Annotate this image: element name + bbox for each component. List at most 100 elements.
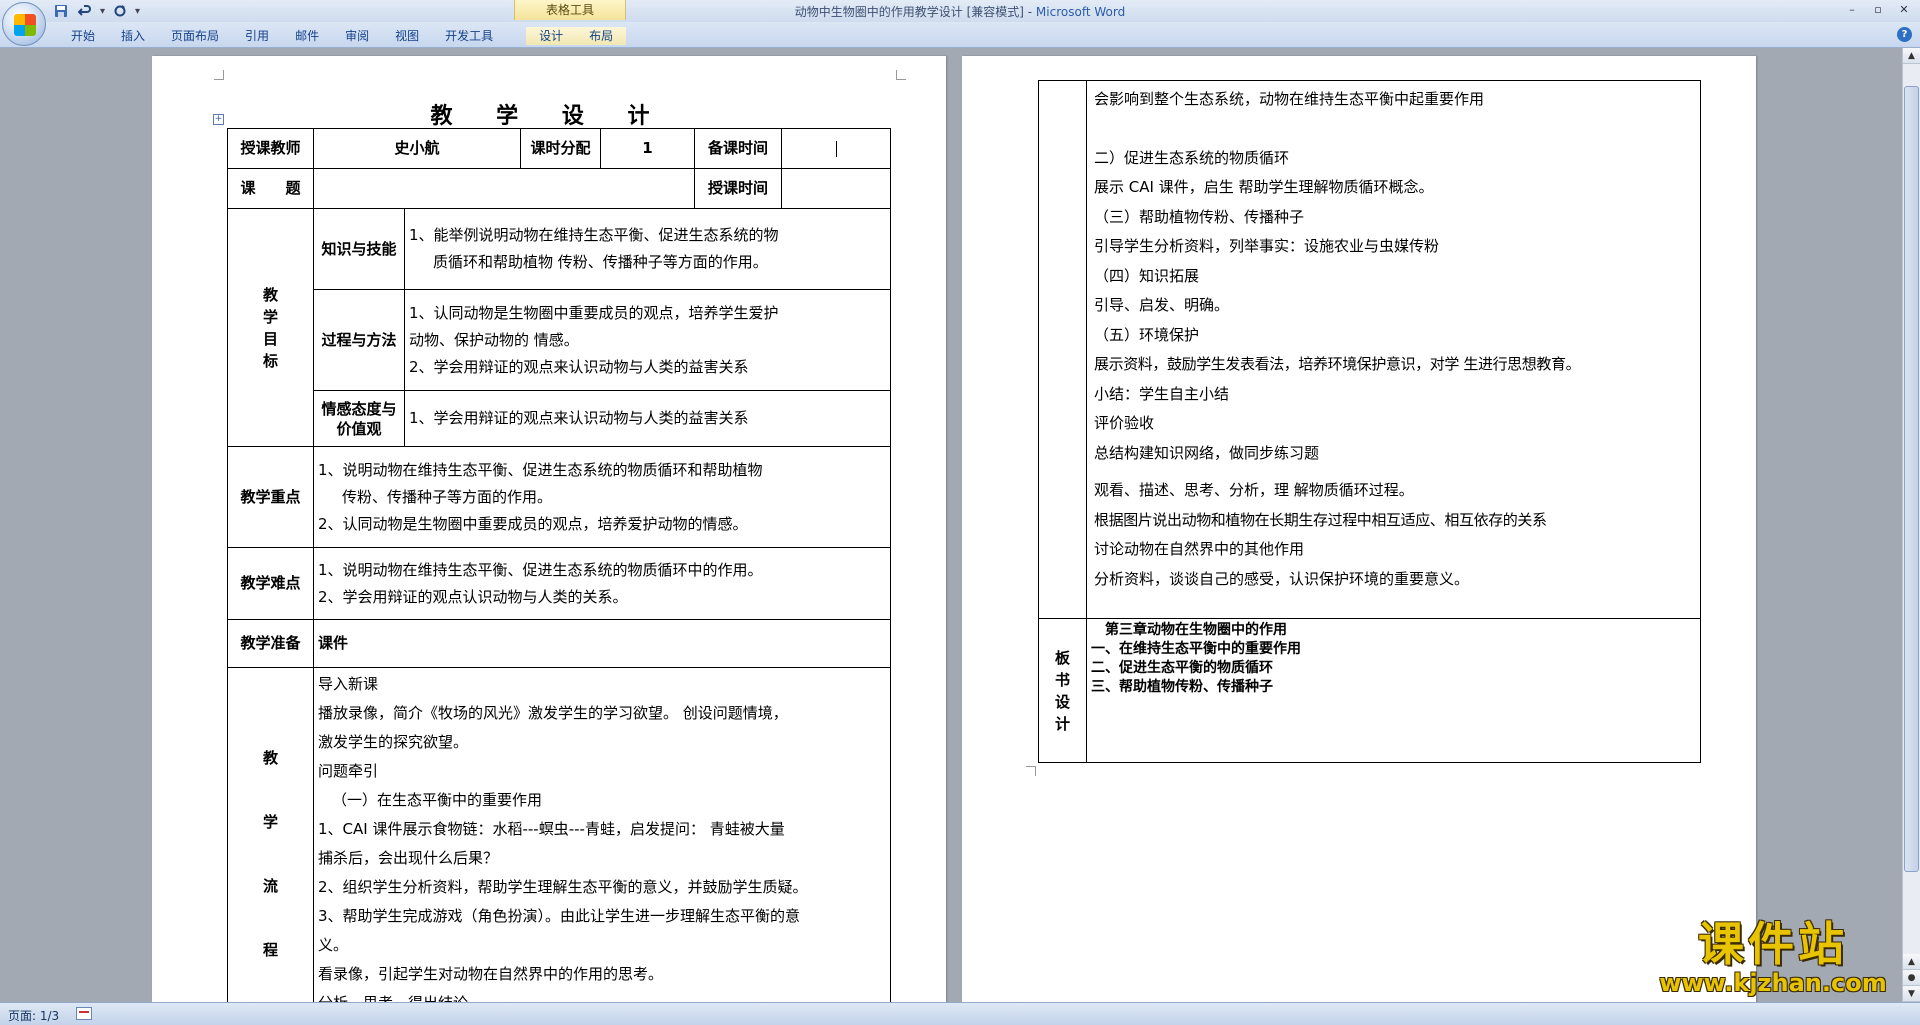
customize-qat-icon[interactable]: ▾ [135, 6, 140, 17]
knowledge-text-line: 1、能举例说明动物在维持生态平衡、促进生态系统的物 [409, 226, 779, 244]
process-line: 看录像，引起学生对动物在自然界中的作用的思考。 [318, 965, 664, 983]
flow-line: 展示资料，鼓励学生发表看法，培养环境保护意识，对学 生进行思想教育。 [1094, 355, 1581, 373]
scrollbar-thumb[interactable] [1904, 86, 1919, 872]
difficulties-line: 2、学会用辩证的观点认识动物与人类的关系。 [318, 587, 628, 606]
tab-review[interactable]: 审阅 [332, 27, 382, 45]
flow-line: 引导、启发、明确。 [1094, 296, 1230, 314]
process-continued-cell[interactable]: 会影响到整个生态系统，动物在维持生态平衡中起重要作用 二）促进生态系统的物质循环… [1086, 80, 1701, 619]
scroll-down-group: ▲ ● ▼ [1903, 954, 1920, 1002]
flow-line: 总结构建知识网络，做同步练习题 [1094, 443, 1320, 462]
margin-corner [214, 70, 224, 80]
process-line: 导入新课 [318, 675, 379, 693]
process-label-char: 教 [262, 748, 278, 767]
table-row: 过程与方法 1、认同动物是生物圈中重要成员的观点，培养学生爱护 动物、保护动物的… [228, 289, 892, 391]
emotion-goal-label: 情感态度与价值观 [313, 390, 405, 447]
save-icon[interactable] [52, 2, 70, 20]
undo-icon[interactable] [76, 2, 94, 20]
goals-label-cell: 教 学 目 标 [227, 208, 314, 447]
process-line: （一）在生态平衡中的重要作用 [332, 791, 543, 809]
window-controls: – ▫ ✕ [1840, 2, 1916, 18]
difficulties-text-cell[interactable]: 1、说明动物在维持生态平衡、促进生态系统的物质循环中的作用。 2、学会用辩证的观… [312, 547, 892, 620]
prep-time-cell[interactable] [781, 128, 892, 169]
key-points-text-cell[interactable]: 1、说明动物在维持生态平衡、促进生态系统的物质循环和帮助植物 传粉、传播种子等方… [312, 446, 892, 548]
topic-value[interactable] [312, 168, 696, 209]
knowledge-text-cell[interactable]: 1、能举例说明动物在维持生态平衡、促进生态系统的物 质循环和帮助植物 传粉、传播… [403, 208, 892, 290]
help-icon[interactable]: ? [1897, 27, 1912, 42]
goals-label-char: 目 [262, 329, 278, 348]
process-line: 分析、思考，得出结论 [318, 989, 886, 1002]
class-time-value[interactable] [781, 168, 892, 209]
process-goal-line: 动物、保护动物的 情感。 [409, 330, 579, 349]
flow-line: 观看、描述、思考、分析，理 解物质循环过程。 [1094, 481, 1414, 499]
emotion-goal-text[interactable]: 1、学会用辩证的观点来认识动物与人类的益害关系 [403, 390, 892, 447]
maximize-button[interactable]: ▫ [1866, 2, 1890, 18]
undo-dropdown-icon[interactable]: ▾ [100, 6, 105, 17]
close-button[interactable]: ✕ [1892, 2, 1916, 18]
key-points-line: 1、说明动物在维持生态平衡、促进生态系统的物质循环和帮助植物 [318, 460, 763, 479]
scroll-up-icon[interactable]: ▲ [1903, 48, 1920, 64]
tab-developer[interactable]: 开发工具 [432, 27, 506, 45]
flow-line: 会影响到整个生态系统，动物在维持生态平衡中起重要作用 [1094, 90, 1485, 108]
process-line: 问题牵引 [318, 762, 379, 780]
process-goal-label: 过程与方法 [313, 289, 405, 391]
office-button[interactable] [2, 2, 46, 46]
lesson-plan-table-continued: 会影响到整个生态系统，动物在维持生态平衡中起重要作用 二）促进生态系统的物质循环… [1038, 80, 1701, 763]
difficulties-label: 教学难点 [227, 547, 314, 620]
knowledge-label: 知识与技能 [313, 208, 405, 290]
tab-insert[interactable]: 插入 [108, 27, 158, 45]
app-name: Microsoft Word [1035, 5, 1126, 19]
vertical-scrollbar[interactable]: ▲ ▲ ● ▼ [1902, 48, 1920, 1002]
preparation-value[interactable]: 课件 [312, 619, 892, 668]
redo-icon[interactable] [111, 2, 129, 20]
ribbon-tab-bar: 开始 插入 页面布局 引用 邮件 审阅 视图 开发工具 设计 布局 [0, 22, 1920, 48]
table-row: 授课教师 史小航 课时分配 1 备课时间 [227, 128, 892, 169]
table-row: 板 书 设 计 第三章动物在生物圈中的作用 一、在维持生态平衡中的重要作用 二、… [1038, 618, 1701, 763]
teacher-label: 授课教师 [227, 128, 314, 169]
flow-line: （四）知识拓展 [1094, 266, 1200, 285]
flow-line: 小结：学生自主小结 [1094, 384, 1230, 403]
process-goal-text-cell[interactable]: 1、认同动物是生物圈中重要成员的观点，培养学生爱护 动物、保护动物的 情感。 2… [403, 289, 892, 391]
board-design-cell[interactable]: 第三章动物在生物圈中的作用 一、在维持生态平衡中的重要作用 二、促进生态平衡的物… [1086, 618, 1701, 763]
board-label-char: 设 [1054, 692, 1070, 711]
document-area: 教 学 设 计 + 授课教师 史小航 课时分配 1 备课时间 课 题 授课时间 [0, 48, 1902, 1002]
table-row: 教学准备 课件 [227, 619, 892, 668]
board-line: 一、在维持生态平衡中的重要作用 [1091, 641, 1301, 657]
process-label-cell: 教 学 流 程 [227, 667, 314, 1002]
minimize-button[interactable]: – [1840, 2, 1864, 18]
process-line: 捕杀后，会出现什么后果？ [318, 849, 499, 867]
board-line: 三、帮助植物传粉、传播种子 [1091, 679, 1273, 695]
tab-view[interactable]: 视图 [382, 27, 432, 45]
browse-object-icon[interactable]: ● [1903, 970, 1920, 986]
process-label-char: 程 [262, 940, 278, 959]
table-row: 教学重点 1、说明动物在维持生态平衡、促进生态系统的物质循环和帮助植物 传粉、传… [227, 446, 892, 548]
table-move-handle[interactable]: + [213, 114, 224, 125]
flow-line: 二）促进生态系统的物质循环 [1094, 148, 1290, 167]
key-points-line: 传粉、传播种子等方面的作用。 [342, 487, 553, 506]
teacher-value[interactable]: 史小航 [312, 128, 522, 169]
tab-table-layout[interactable]: 布局 [576, 27, 627, 45]
watermark-url: www.kjzhan.com [1659, 969, 1887, 997]
watermark-title: 课件站 [1698, 917, 1848, 971]
tab-table-design[interactable]: 设计 [526, 27, 577, 45]
preparation-label: 教学准备 [227, 619, 314, 668]
tab-page-layout[interactable]: 页面布局 [158, 27, 232, 45]
tab-home[interactable]: 开始 [58, 27, 108, 45]
hours-value[interactable]: 1 [600, 128, 696, 169]
process-text-cell[interactable]: 导入新课 播放录像，简介《牧场的风光》激发学生的学习欲望。 创设问题情境， 激发… [312, 667, 892, 1002]
process-line: 义。 [318, 936, 349, 954]
flow-line: 评价验收 [1094, 414, 1155, 432]
tab-mailings[interactable]: 邮件 [282, 27, 332, 45]
process-line: 1、CAI 课件展示食物链：水稻---螟虫---青蛙，启发提问： 青蛙被大量 [318, 820, 785, 838]
ribbon-tabs: 开始 插入 页面布局 引用 邮件 审阅 视图 开发工具 设计 布局 [58, 27, 627, 45]
quick-access-toolbar: ▾ ▾ [52, 2, 140, 20]
key-points-label: 教学重点 [227, 446, 314, 548]
proofing-status-icon[interactable] [76, 1007, 92, 1020]
tab-references[interactable]: 引用 [232, 27, 282, 45]
document-heading: 教 学 设 计 [430, 103, 668, 129]
flow-line: （五）环境保护 [1094, 325, 1200, 344]
watermark: 课件站 www.kjzhan.com [1644, 918, 1902, 1002]
page-count-status[interactable]: 页面: 1/3 [8, 1007, 59, 1024]
previous-page-icon[interactable]: ▲ [1903, 954, 1920, 970]
next-page-icon[interactable]: ▼ [1903, 986, 1920, 1002]
board-line: 第三章动物在生物圈中的作用 [1105, 622, 1287, 638]
